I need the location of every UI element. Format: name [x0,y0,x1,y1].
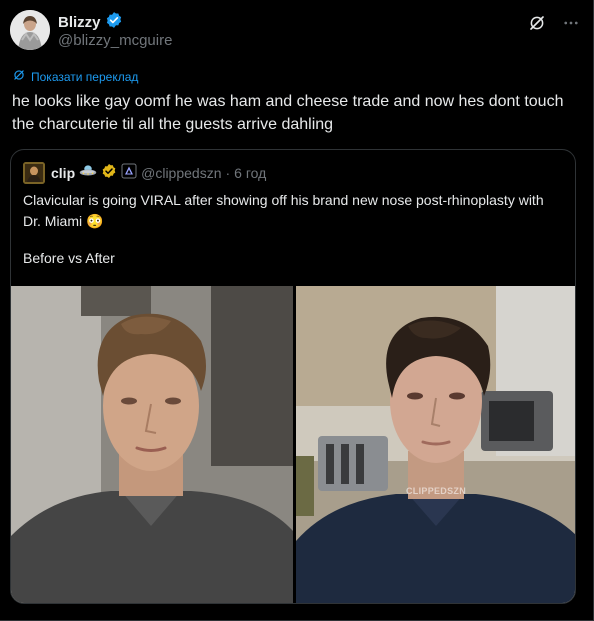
verified-badge-icon [105,11,123,34]
tweet-header: Blizzy @blizzy_mcguire [10,8,584,52]
translate-label: Показати переклад [31,69,139,84]
quoted-tweet[interactable]: clip @clippedszn · 6 год Clavicular is g… [10,149,576,604]
quoted-handle: @clippedszn [141,165,222,181]
affiliate-badge-icon [121,163,137,184]
ufo-emoji-icon [79,163,97,184]
quoted-display-name: clip [51,165,76,181]
translate-link[interactable]: Показати переклад [12,68,138,85]
quoted-timestamp: 6 год [234,165,267,181]
tweet-text: he looks like gay oomf he was ham and ch… [12,93,564,133]
translate-icon [12,68,26,85]
more-icon[interactable] [562,14,580,32]
author-display-name[interactable]: Blizzy [58,14,101,31]
quoted-text-before-after: Before vs After [23,250,115,266]
quoted-tweet-header: clip @clippedszn · 6 год [23,162,266,184]
gold-verified-icon [101,163,117,184]
grok-icon[interactable] [528,14,546,32]
author-avatar[interactable] [10,10,50,50]
author-handle[interactable]: @blizzy_mcguire [58,32,172,49]
tweet-card: Blizzy @blizzy_mcguire Показати переклад… [0,0,594,621]
after-photo[interactable]: CLIPPEDSZN [296,286,575,603]
time-separator: · [225,165,231,181]
quoted-text: Clavicular is going VIRAL after showing … [23,192,544,229]
photo-watermark: CLIPPEDSZN [406,486,467,496]
author-name-row: Blizzy [58,11,123,34]
before-photo[interactable] [11,286,293,603]
quoted-author-avatar [23,162,45,184]
